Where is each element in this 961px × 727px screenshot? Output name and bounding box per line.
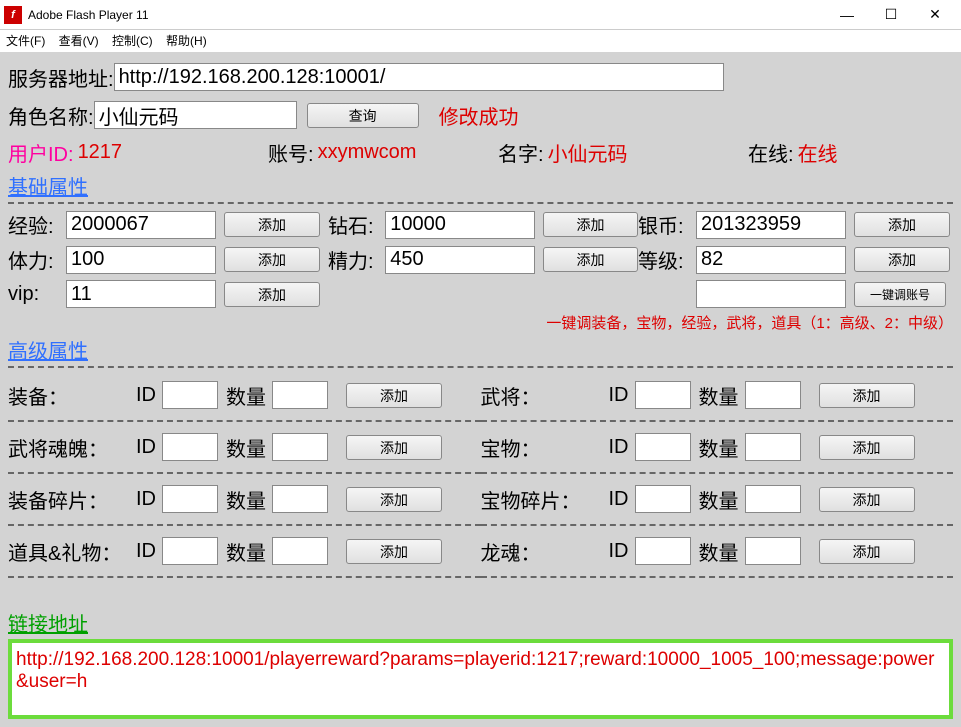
name-value: 小仙元码 — [548, 138, 628, 167]
id-label: ID — [136, 384, 156, 407]
equip-qty-input[interactable] — [272, 381, 328, 409]
dragon-add-button[interactable]: 添加 — [819, 539, 915, 564]
soul-label: 武将魂魄： — [8, 433, 136, 462]
online-value: 在线 — [798, 138, 838, 167]
item-qty-input[interactable] — [272, 537, 328, 565]
treasure-add-button[interactable]: 添加 — [819, 435, 915, 460]
userid-value: 1217 — [78, 141, 123, 164]
equip-add-button[interactable]: 添加 — [346, 383, 442, 408]
divider — [8, 366, 953, 368]
server-url-input[interactable] — [114, 63, 724, 91]
qty-label: 数量 — [226, 381, 266, 410]
diamond-input[interactable] — [385, 211, 535, 239]
query-button[interactable]: 查询 — [307, 103, 419, 128]
exp-add-button[interactable]: 添加 — [224, 212, 320, 237]
section-base-title: 基础属性 — [8, 177, 88, 199]
silver-add-button[interactable]: 添加 — [854, 212, 950, 237]
menu-file[interactable]: 文件(F) — [6, 34, 45, 48]
close-button[interactable]: ✕ — [913, 1, 957, 29]
equip-frag-qty-input[interactable] — [272, 485, 328, 513]
titlebar: f Adobe Flash Player 11 — ☐ ✕ — [0, 0, 961, 30]
equip-frag-label: 装备碎片： — [8, 485, 136, 514]
item-label: 道具&礼物： — [8, 537, 136, 566]
diamond-label: 钻石: — [328, 210, 385, 239]
account-label: 账号: — [268, 138, 314, 167]
role-label: 角色名称: — [8, 101, 94, 130]
dragon-qty-input[interactable] — [745, 537, 801, 565]
energy-input[interactable] — [385, 246, 535, 274]
section-adv-title: 高级属性 — [8, 341, 88, 363]
dragon-label: 龙魂： — [481, 537, 609, 566]
diamond-add-button[interactable]: 添加 — [543, 212, 638, 237]
menu-view[interactable]: 查看(V) — [59, 34, 99, 48]
server-label: 服务器地址: — [8, 63, 114, 92]
general-add-button[interactable]: 添加 — [819, 383, 915, 408]
divider — [8, 202, 953, 204]
role-name-input[interactable] — [94, 101, 297, 129]
level-input[interactable] — [696, 246, 846, 274]
equip-label: 装备： — [8, 381, 136, 410]
item-add-button[interactable]: 添加 — [346, 539, 442, 564]
stamina-label: 体力: — [8, 245, 66, 274]
treasure-qty-input[interactable] — [745, 433, 801, 461]
equip-frag-add-button[interactable]: 添加 — [346, 487, 442, 512]
online-label: 在线: — [748, 138, 794, 167]
link-text: http://192.168.200.128:10001/playerrewar… — [16, 649, 945, 693]
treasure-frag-label: 宝物碎片： — [481, 485, 609, 514]
exp-input[interactable] — [66, 211, 216, 239]
treasure-frag-add-button[interactable]: 添加 — [819, 487, 915, 512]
window-title: Adobe Flash Player 11 — [28, 8, 825, 22]
menubar: 文件(F) 查看(V) 控制(C) 帮助(H) — [0, 30, 961, 52]
menu-control[interactable]: 控制(C) — [112, 34, 153, 48]
energy-label: 精力: — [328, 245, 385, 274]
account-value: xxymwcom — [318, 141, 417, 164]
link-box: http://192.168.200.128:10001/playerrewar… — [8, 639, 953, 719]
silver-input[interactable] — [696, 211, 846, 239]
maximize-button[interactable]: ☐ — [869, 1, 913, 29]
flash-icon: f — [4, 6, 22, 24]
item-id-input[interactable] — [162, 537, 218, 565]
userid-label: 用户ID: — [8, 138, 74, 167]
treasure-frag-qty-input[interactable] — [745, 485, 801, 513]
vip-input[interactable] — [66, 280, 216, 308]
exp-label: 经验: — [8, 210, 66, 239]
soul-qty-input[interactable] — [272, 433, 328, 461]
vip-add-button[interactable]: 添加 — [224, 282, 320, 307]
status-message: 修改成功 — [439, 101, 519, 130]
general-id-input[interactable] — [635, 381, 691, 409]
onekey-input[interactable] — [696, 280, 846, 308]
stamina-add-button[interactable]: 添加 — [224, 247, 320, 272]
section-link-title: 链接地址 — [8, 614, 88, 636]
silver-label: 银币: — [638, 210, 696, 239]
equip-id-input[interactable] — [162, 381, 218, 409]
level-add-button[interactable]: 添加 — [854, 247, 950, 272]
treasure-id-input[interactable] — [635, 433, 691, 461]
menu-help[interactable]: 帮助(H) — [166, 34, 207, 48]
vip-label: vip: — [8, 283, 66, 306]
treasure-label: 宝物： — [481, 433, 609, 462]
level-label: 等级: — [638, 245, 696, 274]
stamina-input[interactable] — [66, 246, 216, 274]
soul-id-input[interactable] — [162, 433, 218, 461]
energy-add-button[interactable]: 添加 — [543, 247, 638, 272]
general-qty-input[interactable] — [745, 381, 801, 409]
name-label: 名字: — [498, 138, 544, 167]
dragon-id-input[interactable] — [635, 537, 691, 565]
treasure-frag-id-input[interactable] — [635, 485, 691, 513]
soul-add-button[interactable]: 添加 — [346, 435, 442, 460]
equip-frag-id-input[interactable] — [162, 485, 218, 513]
minimize-button[interactable]: — — [825, 1, 869, 29]
onekey-button[interactable]: 一键调账号 — [854, 282, 946, 307]
general-label: 武将： — [481, 381, 609, 410]
onekey-note: 一键调装备，宝物，经验，武将，道具（1：高级、2：中级） — [8, 312, 953, 333]
